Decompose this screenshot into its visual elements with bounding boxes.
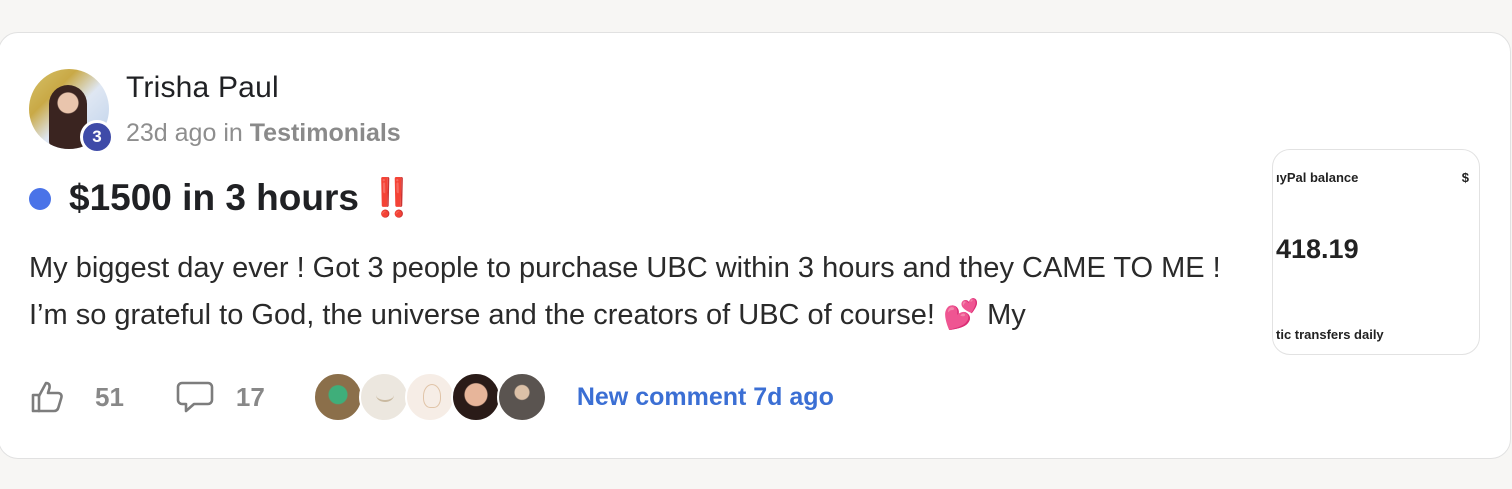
commenter-avatar[interactable] bbox=[312, 372, 363, 422]
unread-indicator bbox=[29, 187, 51, 210]
level-badge: 3 bbox=[80, 120, 114, 154]
title-row[interactable]: $1500 in 3 hours ‼️ bbox=[29, 177, 415, 220]
like-count: 51 bbox=[95, 381, 124, 412]
commenter-avatar[interactable] bbox=[358, 372, 409, 422]
category-link[interactable]: Testimonials bbox=[250, 119, 401, 147]
thumbnail-text-transfers: tic transfers daily bbox=[1276, 327, 1384, 342]
like-button[interactable]: 51 bbox=[29, 379, 124, 415]
post-title[interactable]: $1500 in 3 hours ‼️ bbox=[69, 177, 415, 220]
post-excerpt[interactable]: My biggest day ever ! Got 3 people to pu… bbox=[29, 245, 1254, 339]
post-actions: 51 17 New comment 7d ago bbox=[29, 371, 834, 423]
commenter-avatar[interactable] bbox=[450, 372, 501, 422]
post-thumbnail[interactable]: ıyPal balance $ 418.19 tic transfers dai… bbox=[1272, 149, 1480, 355]
thumbnail-text-amount: 418.19 bbox=[1276, 234, 1359, 264]
post-card[interactable]: 3 Trisha Paul 23d ago in Testimonials $1… bbox=[0, 32, 1511, 459]
thumbnail-text-currency: $ bbox=[1461, 170, 1469, 185]
comment-bubble-icon[interactable] bbox=[176, 380, 214, 414]
author-name[interactable]: Trisha Paul bbox=[126, 71, 279, 105]
author-avatar-container[interactable]: 3 bbox=[29, 69, 114, 154]
new-comment-link[interactable]: New comment 7d ago bbox=[577, 383, 834, 412]
commenter-avatar[interactable] bbox=[404, 372, 455, 422]
thumbnail-text-balance: ıyPal balance bbox=[1276, 170, 1359, 185]
thumbs-up-icon[interactable] bbox=[29, 379, 65, 415]
in-label: in bbox=[223, 119, 243, 147]
comment-count: 17 bbox=[235, 381, 265, 412]
comment-button[interactable]: 17 bbox=[176, 380, 265, 414]
commenter-avatars[interactable] bbox=[312, 372, 547, 422]
commenter-avatar[interactable] bbox=[496, 372, 547, 422]
post-time: 23d ago bbox=[126, 119, 217, 147]
post-meta: 23d ago in Testimonials bbox=[126, 119, 401, 148]
